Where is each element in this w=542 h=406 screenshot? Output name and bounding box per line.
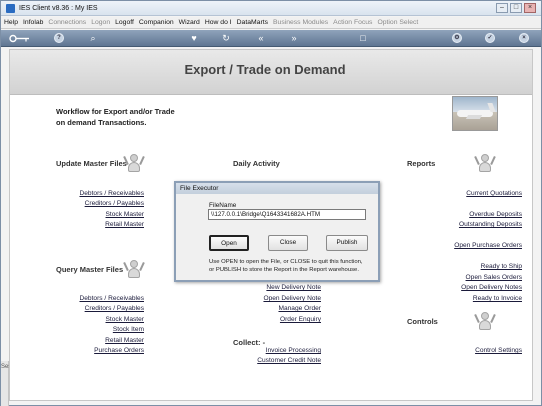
key-icon[interactable] [9,33,31,44]
intro-line-2: on demand Transactions. [56,118,147,127]
invoice-processing-link[interactable]: Invoice Processing [266,347,321,354]
open-sales-orders-link[interactable]: Open Sales Orders [466,274,522,281]
query-debtors-link[interactable]: Debtors / Receivables [79,295,144,302]
update-master-heading: Update Master Files [56,159,127,168]
menu-action-focus: Action Focus [333,19,373,26]
menu-wizard[interactable]: Wizard [176,17,202,29]
side-strip: Ses [1,361,11,406]
overdue-deposits-link[interactable]: Overdue Deposits [469,211,522,218]
new-delivery-note-link[interactable]: New Delivery Note [266,284,321,291]
intro-line-1: Workflow for Export and/or Trade [56,107,175,116]
refresh-icon[interactable]: ↻ [220,33,232,44]
ready-to-ship-link[interactable]: Ready to Ship [481,263,522,270]
person-icon [474,154,496,174]
dialog-title: File Executor [176,183,378,194]
menu-connections: Connections [48,19,87,26]
open-delivery-notes-link[interactable]: Open Delivery Notes [461,284,522,291]
query-stock-item-link[interactable]: Stock Item [113,326,144,333]
query-stock-master-link[interactable]: Stock Master [106,316,144,323]
person-icon [474,312,496,332]
publish-button[interactable]: Publish [326,235,368,251]
open-button[interactable]: Open [209,235,249,251]
person-icon [123,260,145,280]
menu-bar: Help Infolab Connections Logon Logoff Compani… [1,17,541,29]
back-icon[interactable]: « [255,33,267,44]
toolbar: ? ⌕ ♥ ↻ « » □ ⚙ ✓ × [1,30,541,47]
close-window-button[interactable]: × [524,3,536,13]
help-icon[interactable]: ? [54,33,64,43]
query-purchase-orders-link[interactable]: Purchase Orders [94,347,144,354]
menu-help[interactable]: Help [1,17,20,29]
forward-icon[interactable]: » [288,33,300,44]
heart-icon[interactable]: ♥ [188,33,200,44]
collect-heading: Collect: - [233,338,266,347]
order-enquiry-link[interactable]: Order Enquiry [280,316,321,323]
ready-to-invoice-link[interactable]: Ready to Invoice [473,295,522,302]
menu-how-do-i[interactable]: How do I [202,17,234,29]
update-retail-master-link[interactable]: Retail Master [105,221,144,228]
menu-companion[interactable]: Companion [136,17,176,29]
intro-text: Workflow for Export and/or Trade on dema… [56,106,256,128]
reports-heading: Reports [407,159,436,168]
menu-logon: Logon [91,19,111,26]
close-button[interactable]: Close [268,235,308,251]
minimize-button[interactable]: – [496,3,508,13]
daily-activity-heading: Daily Activity [233,159,280,168]
page-icon[interactable]: □ [357,33,369,44]
dialog-body: FileName Open Close Publish Use OPEN to … [176,194,378,280]
gear-icon[interactable]: ⚙ [452,33,462,43]
update-stock-master-link[interactable]: Stock Master [106,211,144,218]
customer-credit-note-link[interactable]: Customer Credit Note [257,357,321,364]
menu-logoff[interactable]: Logoff [112,17,136,29]
menu-datamarts[interactable]: DataMarts [234,17,270,29]
check-icon[interactable]: ✓ [485,33,495,43]
filename-label: FileName [209,202,237,209]
title-bar: IES Client v8.36 : My IES – □ × [1,1,541,16]
update-creditors-link[interactable]: Creditors / Payables [85,200,144,207]
current-quotations-link[interactable]: Current Quotations [466,190,522,197]
query-creditors-link[interactable]: Creditors / Payables [85,305,144,312]
open-purchase-orders-link[interactable]: Open Purchase Orders [454,242,522,249]
menu-infolab[interactable]: Infolab [20,17,45,29]
controls-heading: Controls [407,317,438,326]
app-icon [6,4,15,13]
menu-option-select: Option Select [377,19,419,26]
maximize-button[interactable]: □ [510,3,522,13]
page-title: Export / Trade on Demand [184,62,346,77]
open-delivery-note-link[interactable]: Open Delivery Note [263,295,321,302]
search-icon[interactable]: ⌕ [87,33,99,44]
manage-order-link[interactable]: Manage Order [278,305,321,312]
file-executor-dialog: File Executor FileName Open Close Publis… [174,181,380,282]
query-master-heading: Query Master Files [56,265,124,274]
filename-input[interactable] [208,209,366,220]
app-window: IES Client v8.36 : My IES – □ × Help Info… [0,0,542,406]
person-icon [123,154,145,174]
airplane-image [452,96,498,131]
close-icon[interactable]: × [519,33,529,43]
page-header: Export / Trade on Demand [10,50,532,95]
control-settings-link[interactable]: Control Settings [475,347,522,354]
menu-business-modules: Business Modules [273,19,329,26]
update-debtors-link[interactable]: Debtors / Receivables [79,190,144,197]
query-retail-master-link[interactable]: Retail Master [105,337,144,344]
window-title: IES Client v8.36 : My IES [19,5,98,12]
outstanding-deposits-link[interactable]: Outstanding Deposits [459,221,522,228]
dialog-instructions: Use OPEN to open the File, or CLOSE to q… [209,259,363,273]
